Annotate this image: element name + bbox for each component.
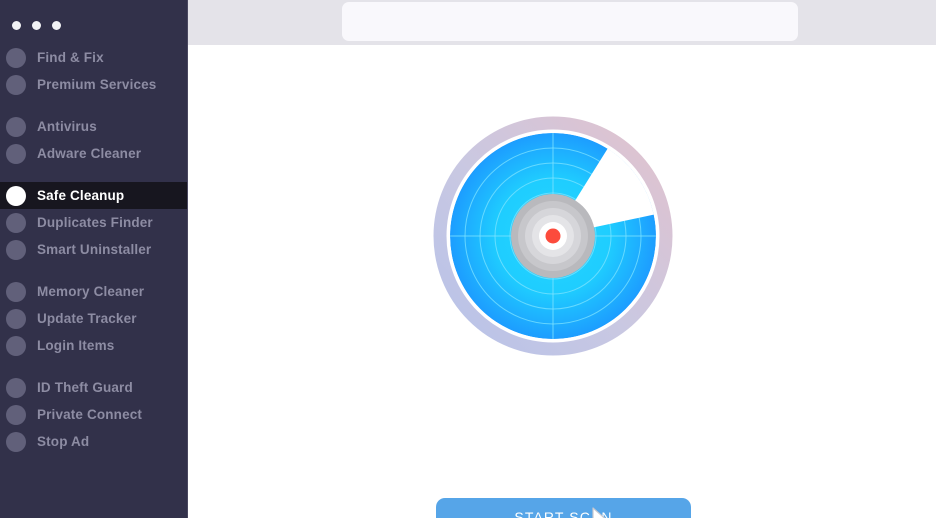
sidebar-item-label: ID Theft Guard bbox=[37, 380, 133, 395]
sidebar-item-label: Find & Fix bbox=[37, 50, 104, 65]
sidebar-nav: Find & Fix Premium Services Antivirus Ad… bbox=[0, 36, 187, 470]
sidebar-item-stop-ad[interactable]: Stop Ad bbox=[0, 428, 187, 455]
sidebar-item-label: Adware Cleaner bbox=[37, 146, 142, 161]
sidebar-item-id-theft-guard[interactable]: ID Theft Guard bbox=[0, 374, 187, 401]
sidebar-group-4: Memory Cleaner Update Tracker Login Item… bbox=[0, 278, 187, 374]
sidebar-item-memory-cleaner[interactable]: Memory Cleaner bbox=[0, 278, 187, 305]
sidebar-item-safe-cleanup[interactable]: Safe Cleanup bbox=[0, 182, 187, 209]
stop-ad-icon bbox=[6, 431, 26, 452]
main-content: START SCAN bbox=[188, 0, 936, 518]
adware-cleaner-icon bbox=[6, 143, 26, 164]
sidebar-item-smart-uninstaller[interactable]: Smart Uninstaller bbox=[0, 236, 187, 263]
sidebar-group-5: ID Theft Guard Private Connect Stop Ad bbox=[0, 374, 187, 470]
sidebar-item-label: Safe Cleanup bbox=[37, 188, 125, 203]
search-input[interactable] bbox=[342, 2, 798, 41]
antivirus-icon bbox=[6, 116, 26, 137]
sidebar-item-find-and-fix[interactable]: Find & Fix bbox=[0, 44, 187, 71]
find-and-fix-icon bbox=[6, 47, 26, 68]
window-traffic-lights bbox=[0, 0, 187, 36]
login-items-icon bbox=[6, 335, 26, 356]
sidebar-item-login-items[interactable]: Login Items bbox=[0, 332, 187, 359]
app-window: Find & Fix Premium Services Antivirus Ad… bbox=[0, 0, 936, 518]
sidebar: Find & Fix Premium Services Antivirus Ad… bbox=[0, 0, 188, 518]
sidebar-group-2: Antivirus Adware Cleaner bbox=[0, 113, 187, 182]
minimize-icon[interactable] bbox=[32, 20, 41, 30]
sidebar-item-update-tracker[interactable]: Update Tracker bbox=[0, 305, 187, 332]
close-icon[interactable] bbox=[12, 20, 21, 30]
id-theft-guard-icon bbox=[6, 377, 26, 398]
maximize-icon[interactable] bbox=[52, 20, 61, 30]
sidebar-group-1: Find & Fix Premium Services bbox=[0, 44, 187, 113]
safe-cleanup-icon bbox=[6, 185, 26, 206]
update-tracker-icon bbox=[6, 308, 26, 329]
sidebar-item-label: Premium Services bbox=[37, 77, 157, 92]
sidebar-item-duplicates-finder[interactable]: Duplicates Finder bbox=[0, 209, 187, 236]
top-bar bbox=[188, 0, 936, 45]
duplicates-finder-icon bbox=[6, 212, 26, 233]
sidebar-item-label: Stop Ad bbox=[37, 434, 90, 449]
scan-stage: START SCAN bbox=[188, 45, 936, 518]
sidebar-item-label: Antivirus bbox=[37, 119, 97, 134]
sidebar-group-3: Safe Cleanup Duplicates Finder Smart Uni… bbox=[0, 182, 187, 278]
sidebar-item-premium-services[interactable]: Premium Services bbox=[0, 71, 187, 98]
sidebar-item-adware-cleaner[interactable]: Adware Cleaner bbox=[0, 140, 187, 167]
sidebar-item-label: Duplicates Finder bbox=[37, 215, 153, 230]
premium-services-icon bbox=[6, 74, 26, 95]
sidebar-item-label: Update Tracker bbox=[37, 311, 137, 326]
sidebar-item-private-connect[interactable]: Private Connect bbox=[0, 401, 187, 428]
smart-uninstaller-icon bbox=[6, 239, 26, 260]
radar-scan-graphic bbox=[430, 113, 676, 359]
sidebar-item-label: Login Items bbox=[37, 338, 115, 353]
sidebar-item-antivirus[interactable]: Antivirus bbox=[0, 113, 187, 140]
sidebar-item-label: Smart Uninstaller bbox=[37, 242, 152, 257]
sidebar-item-label: Private Connect bbox=[37, 407, 143, 422]
private-connect-icon bbox=[6, 404, 26, 425]
sidebar-item-label: Memory Cleaner bbox=[37, 284, 145, 299]
memory-cleaner-icon bbox=[6, 281, 26, 302]
start-scan-button[interactable]: START SCAN bbox=[436, 498, 691, 518]
